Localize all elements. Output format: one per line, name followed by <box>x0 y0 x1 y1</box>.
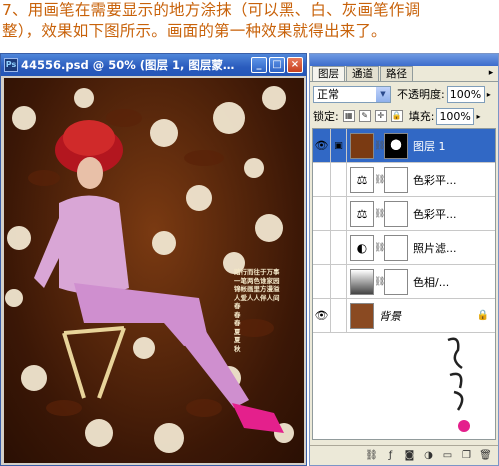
tab-paths[interactable]: 路径 <box>380 66 413 81</box>
lock-icon: 🔒 <box>476 310 489 321</box>
blend-row: 正常 ▼ 不透明度: 100% ▸ <box>310 82 498 106</box>
opacity-label: 不透明度: <box>397 88 445 101</box>
chevron-down-icon[interactable]: ▼ <box>376 86 390 102</box>
signature-watermark <box>447 337 470 432</box>
new-group-icon[interactable]: ▭ <box>441 449 454 462</box>
layer-name: 色彩平... <box>413 207 457 221</box>
photoshop-icon: Ps <box>4 58 18 72</box>
lock-label: 锁定: <box>313 110 339 123</box>
brush-icon[interactable]: ▣ <box>331 129 347 162</box>
lock-all-icon[interactable]: 🔒 <box>390 110 403 122</box>
new-layer-icon[interactable]: ❐ <box>460 449 473 462</box>
poem-line: 夏 <box>234 327 241 336</box>
eye-icon[interactable] <box>313 163 331 196</box>
fill-label: 填充: <box>408 110 435 123</box>
link-icon[interactable]: ⛓ <box>374 141 385 151</box>
layer-name: 照片滤... <box>413 241 457 255</box>
brush-slot <box>331 231 347 264</box>
document-titlebar[interactable]: Ps 44556.psd @ 50% (图层 1, 图层蒙… _ □ × <box>1 54 306 76</box>
layer-row[interactable]: ◐ ⛓ 照片滤... <box>313 231 495 265</box>
link-icon[interactable]: ⛓ <box>374 277 385 287</box>
blend-mode-select[interactable]: 正常 ▼ <box>313 85 391 103</box>
layer-thumbnail <box>350 132 374 159</box>
image-canvas[interactable]: 踏行而往于万事 一笔两色谁家园 锦帐画里方漫溢 人爱人人伴人间 春 春 春 夏 … <box>4 78 304 463</box>
link-icon[interactable]: ⛓ <box>374 243 385 253</box>
layer-row[interactable]: 👁 背景 🔒 <box>313 299 495 333</box>
poem-line: 夏 <box>234 336 241 344</box>
layer-style-icon[interactable]: ƒ <box>384 449 397 462</box>
photo-thumbnail <box>350 302 374 329</box>
poem-line: 锦帐画里方漫溢 <box>234 285 280 293</box>
poem-line: 人爱人人伴人间 <box>234 293 280 302</box>
fill-field[interactable]: 100% <box>436 107 475 125</box>
layer-mask-thumbnail[interactable] <box>384 200 408 227</box>
brush-slot <box>331 265 347 298</box>
brush-slot <box>331 163 347 196</box>
poem-line: 春 <box>234 310 241 319</box>
eye-icon[interactable] <box>313 231 331 264</box>
poem-line: 秋 <box>234 344 241 353</box>
layer-row[interactable]: 👁 ▣ ⛓ 图层 1 <box>313 129 495 163</box>
filter-icon: ◐ <box>350 234 374 261</box>
panel-titlebar[interactable] <box>310 54 498 66</box>
layer-mask-thumbnail[interactable] <box>384 268 408 295</box>
minimize-button[interactable]: _ <box>251 57 267 73</box>
caption-line-2: 整），效果如下图所示。画面的第一种效果就得出来了。 <box>2 22 387 40</box>
hue-icon <box>350 268 374 295</box>
link-icon[interactable]: ⛓ <box>374 209 385 219</box>
layer-row[interactable]: ⚖ ⛓ 色彩平... <box>313 163 495 197</box>
lock-transparency-icon[interactable]: ▦ <box>342 110 355 122</box>
lock-row: 锁定: ▦ ✎ ✛ 🔒 填充: 100% ▸ <box>310 106 498 126</box>
eye-icon[interactable] <box>313 197 331 230</box>
poem-line: 一笔两色谁家园 <box>234 276 280 285</box>
panel-menu-icon[interactable]: ▸ <box>484 66 498 81</box>
layer-name: 背景 <box>379 309 401 323</box>
close-button[interactable]: × <box>287 57 303 73</box>
balance-icon: ⚖ <box>350 166 374 193</box>
layer-name: 色相/... <box>413 275 450 289</box>
layer-mask-thumbnail[interactable] <box>384 166 408 193</box>
document-window: Ps 44556.psd @ 50% (图层 1, 图层蒙… _ □ × 踏行而… <box>0 53 307 466</box>
document-title: 44556.psd @ 50% (图层 1, 图层蒙… <box>21 58 235 72</box>
tab-channels[interactable]: 通道 <box>346 66 379 81</box>
maximize-button[interactable]: □ <box>269 57 285 73</box>
trash-icon[interactable]: 🗑 <box>479 449 492 462</box>
blend-mode-value: 正常 <box>317 88 339 101</box>
adjustment-layer-icon[interactable]: ◑ <box>422 449 435 462</box>
instruction-caption: 7、用画笔在需要显示的地方涂抹（可以黑、白、灰画笔作调 整），效果如下图所示。画… <box>2 0 497 50</box>
balance-icon: ⚖ <box>350 200 374 227</box>
layer-row[interactable]: ⚖ ⛓ 色彩平... <box>313 197 495 231</box>
layer-mask-thumbnail[interactable] <box>384 234 408 261</box>
panel-bottom-toolbar: ⛓ ƒ ◙ ◑ ▭ ❐ 🗑 <box>310 445 498 465</box>
brush-slot <box>331 197 347 230</box>
caption-line-1: 7、用画笔在需要显示的地方涂抹（可以黑、白、灰画笔作调 <box>2 1 421 19</box>
fill-arrow-icon[interactable]: ▸ <box>476 112 480 121</box>
panel-tabs: 图层 通道 路径 ▸ <box>310 66 498 82</box>
layer-name: 图层 1 <box>413 139 446 153</box>
layer-row[interactable]: ⛓ 色相/... <box>313 265 495 299</box>
poem-line: 春 <box>234 302 241 310</box>
layer-name: 色彩平... <box>413 173 457 187</box>
eye-icon[interactable]: 👁 <box>313 129 331 162</box>
poem-text-block: 踏行而往于万事 一笔两色谁家园 锦帐画里方漫溢 人爱人人伴人间 春 春 春 夏 … <box>234 268 289 353</box>
link-layers-icon[interactable]: ⛓ <box>365 449 378 462</box>
link-icon[interactable]: ⛓ <box>374 175 385 185</box>
add-mask-icon[interactable]: ◙ <box>403 449 416 462</box>
layer-mask-thumbnail[interactable] <box>384 132 408 159</box>
opacity-field[interactable]: 100% <box>446 85 485 103</box>
tab-layers[interactable]: 图层 <box>312 66 345 81</box>
eye-icon[interactable]: 👁 <box>313 299 331 332</box>
lock-position-icon[interactable]: ✛ <box>374 110 387 122</box>
poem-line: 春 <box>234 319 241 327</box>
poem-line: 踏行而往于万事 <box>234 268 280 276</box>
brush-slot <box>331 299 347 332</box>
opacity-arrow-icon[interactable]: ▸ <box>487 90 491 99</box>
lock-pixels-icon[interactable]: ✎ <box>358 110 371 122</box>
eye-icon[interactable] <box>313 265 331 298</box>
